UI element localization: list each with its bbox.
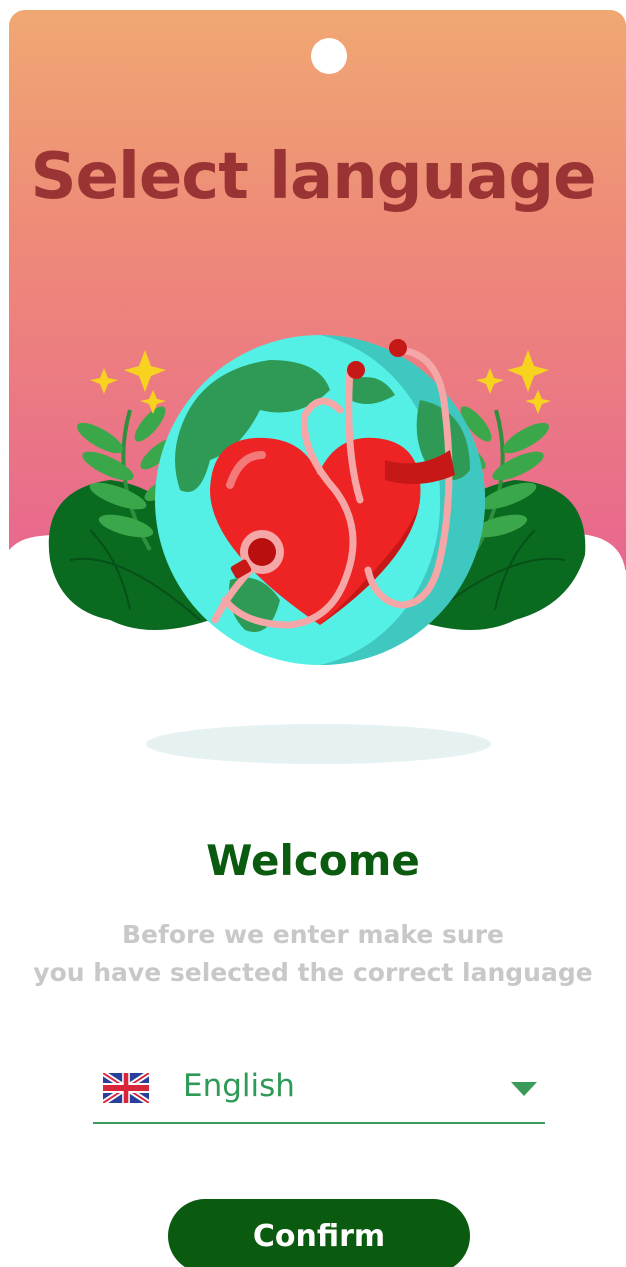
illustration-shadow xyxy=(146,724,491,764)
subtitle-line-2: you have selected the correct language xyxy=(33,958,593,987)
chevron-down-icon[interactable] xyxy=(511,1082,537,1096)
confirm-label: Confirm xyxy=(252,1219,386,1254)
uk-flag-icon xyxy=(103,1073,149,1103)
hero-hole xyxy=(311,38,347,74)
globe-heart-illustration xyxy=(48,335,586,665)
confirm-button[interactable]: Confirm xyxy=(168,1199,470,1267)
selected-language: English xyxy=(183,1068,295,1104)
welcome-subtitle: Before we enter make sure you have selec… xyxy=(0,916,626,992)
subtitle-line-1: Before we enter make sure xyxy=(122,920,504,949)
language-selection-screen: Select language Welcome Before we enter … xyxy=(0,0,626,1267)
language-dropdown[interactable]: English xyxy=(93,1062,545,1124)
welcome-heading: Welcome xyxy=(206,836,420,885)
page-title: Select language xyxy=(30,140,596,214)
